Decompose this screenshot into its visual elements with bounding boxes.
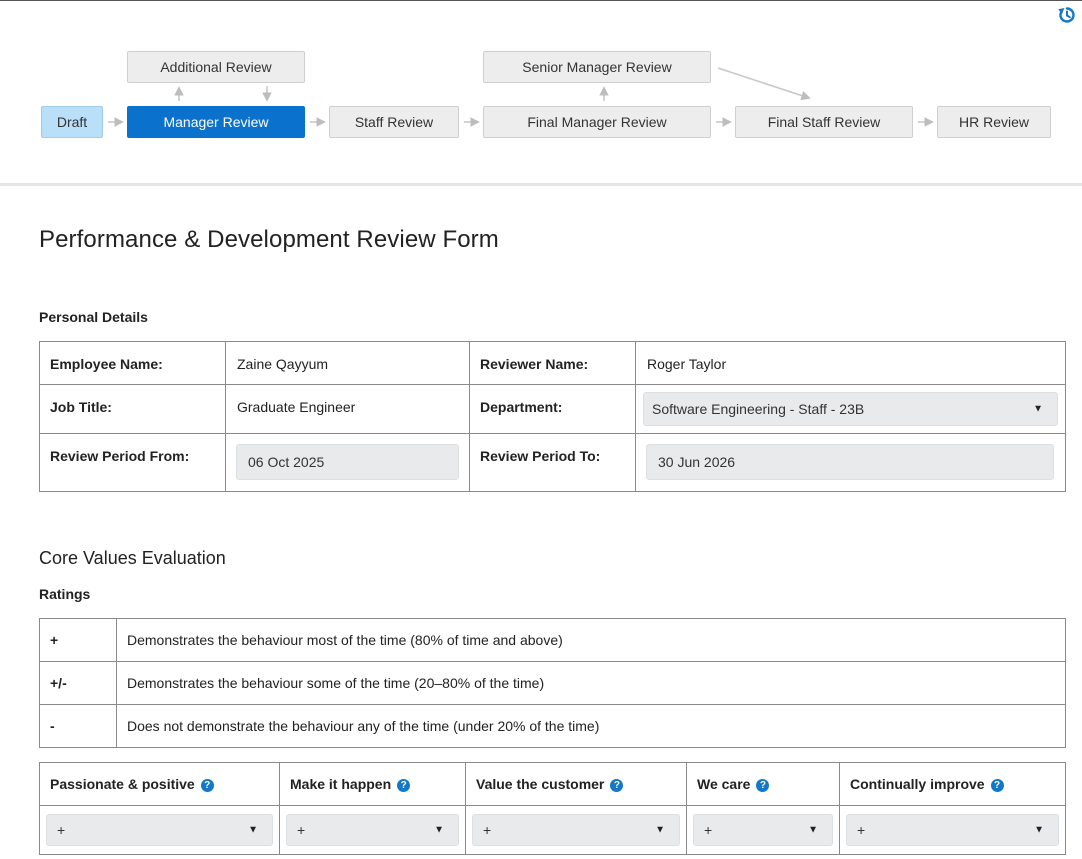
employee-name-label: Employee Name: bbox=[39, 341, 226, 385]
help-icon[interactable]: ? bbox=[990, 779, 1004, 792]
chevron-down-icon: ▼ bbox=[248, 824, 258, 836]
ratings-table: + Demonstrates the behaviour most of the… bbox=[39, 618, 1066, 748]
chevron-down-icon: ▼ bbox=[434, 824, 444, 836]
core-values-heading: Core Values Evaluation bbox=[39, 548, 226, 568]
chevron-down-icon: ▼ bbox=[1033, 403, 1043, 415]
ratings-heading: Ratings bbox=[39, 586, 91, 602]
value-the-customer-rating-select[interactable]: + ▼ bbox=[472, 814, 680, 846]
core-value-name: Continually improve bbox=[850, 776, 985, 792]
rating-row: +/- Demonstrates the behaviour some of t… bbox=[39, 661, 1066, 705]
select-value: + bbox=[483, 822, 492, 838]
core-value-name: Make it happen bbox=[290, 776, 392, 792]
workflow-step-draft[interactable]: Draft bbox=[41, 106, 103, 138]
review-period-from-field[interactable]: 06 Oct 2025 bbox=[236, 444, 459, 480]
help-icon[interactable]: ? bbox=[610, 779, 624, 792]
job-title-value: Graduate Engineer bbox=[225, 384, 470, 434]
rating-row: - Does not demonstrate the behaviour any… bbox=[39, 704, 1066, 748]
workflow-step-additional-review[interactable]: Additional Review bbox=[127, 51, 305, 83]
department-label: Department: bbox=[469, 384, 636, 434]
core-value-header-passionate: Passionate & positive? bbox=[39, 762, 280, 806]
personal-details-table: Employee Name: Zaine Qayyum Reviewer Nam… bbox=[39, 341, 1066, 492]
core-value-header-make-it-happen: Make it happen? bbox=[279, 762, 466, 806]
passionate-positive-rating-select[interactable]: + ▼ bbox=[46, 814, 273, 846]
continually-improve-rating-select[interactable]: + ▼ bbox=[846, 814, 1059, 846]
select-value: + bbox=[57, 822, 66, 838]
review-period-to-field[interactable]: 30 Jun 2026 bbox=[646, 444, 1054, 480]
employee-name-value: Zaine Qayyum bbox=[225, 341, 470, 385]
core-value-header-value-customer: Value the customer? bbox=[465, 762, 687, 806]
workflow-connectors bbox=[108, 67, 934, 127]
core-value-header-we-care: We care? bbox=[686, 762, 840, 806]
core-value-header-continually-improve: Continually improve? bbox=[839, 762, 1066, 806]
workflow-step-staff-review[interactable]: Staff Review bbox=[329, 106, 459, 138]
reviewer-name-value: Roger Taylor bbox=[635, 341, 1066, 385]
make-it-happen-rating-select[interactable]: + ▼ bbox=[286, 814, 459, 846]
rating-symbol: + bbox=[39, 618, 117, 662]
section-divider bbox=[0, 183, 1082, 186]
workflow-step-manager-review[interactable]: Manager Review bbox=[127, 106, 305, 138]
review-period-from-value: 06 Oct 2025 bbox=[248, 454, 325, 470]
core-value-name: Passionate & positive bbox=[50, 776, 195, 792]
workflow-step-final-staff-review[interactable]: Final Staff Review bbox=[735, 106, 913, 138]
department-select-value: Software Engineering - Staff - 23B bbox=[652, 401, 865, 417]
rating-description: Demonstrates the behaviour some of the t… bbox=[116, 661, 1066, 705]
workflow-step-senior-manager-review[interactable]: Senior Manager Review bbox=[483, 51, 711, 83]
personal-details-heading: Personal Details bbox=[39, 309, 148, 325]
page-title: Performance & Development Review Form bbox=[39, 226, 499, 253]
workflow-step-hr-review[interactable]: HR Review bbox=[937, 106, 1051, 138]
rating-description: Demonstrates the behaviour most of the t… bbox=[116, 618, 1066, 662]
workflow-step-final-manager-review[interactable]: Final Manager Review bbox=[483, 106, 711, 138]
job-title-label: Job Title: bbox=[39, 384, 226, 434]
core-value-name: We care bbox=[697, 776, 751, 792]
select-value: + bbox=[857, 822, 866, 838]
help-icon[interactable]: ? bbox=[397, 779, 411, 792]
we-care-rating-select[interactable]: + ▼ bbox=[693, 814, 833, 846]
help-icon[interactable]: ? bbox=[756, 779, 770, 792]
core-value-name: Value the customer bbox=[476, 776, 605, 792]
rating-symbol: - bbox=[39, 704, 117, 748]
help-icon[interactable]: ? bbox=[200, 779, 214, 792]
select-value: + bbox=[297, 822, 306, 838]
select-value: + bbox=[704, 822, 713, 838]
rating-row: + Demonstrates the behaviour most of the… bbox=[39, 618, 1066, 662]
rating-symbol: +/- bbox=[39, 661, 117, 705]
rating-description: Does not demonstrate the behaviour any o… bbox=[116, 704, 1066, 748]
review-period-to-value: 30 Jun 2026 bbox=[658, 454, 736, 470]
review-period-from-label: Review Period From: bbox=[39, 433, 226, 492]
chevron-down-icon: ▼ bbox=[1034, 824, 1044, 836]
chevron-down-icon: ▼ bbox=[808, 824, 818, 836]
review-period-to-label: Review Period To: bbox=[469, 433, 636, 492]
reviewer-name-label: Reviewer Name: bbox=[469, 341, 636, 385]
workflow-diagram: Draft Manager Review Additional Review S… bbox=[0, 0, 1082, 184]
core-values-table: Passionate & positive? Make it happen? V… bbox=[39, 762, 1066, 855]
department-select[interactable]: Software Engineering - Staff - 23B ▼ bbox=[643, 392, 1058, 426]
chevron-down-icon: ▼ bbox=[655, 824, 665, 836]
